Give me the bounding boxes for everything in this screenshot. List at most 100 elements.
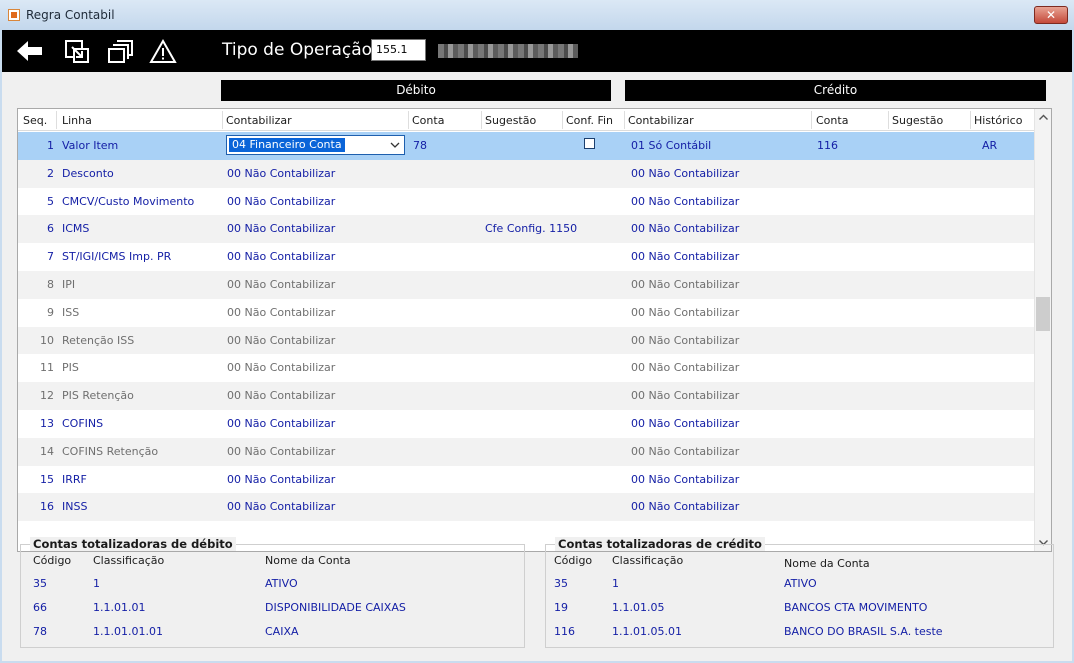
credit-col-classificacao: Classificação [612, 554, 684, 567]
credit-row-classificacao: 1 [612, 577, 619, 590]
chevron-down-icon[interactable] [389, 139, 401, 151]
row-contabilizar-debito: 00 Não Contabilizar [227, 389, 336, 403]
row-contabilizar-debito: 00 Não Contabilizar [227, 194, 336, 208]
credit-row-nome: BANCOS CTA MOVIMENTO [784, 601, 928, 614]
row-contabilizar-credito: 00 Não Contabilizar [631, 194, 740, 208]
list-item[interactable]: 66 1.1.01.01 DISPONIBILIDADE CAIXAS [21, 597, 524, 619]
warning-icon[interactable] [148, 38, 178, 64]
table-row[interactable]: 13 COFINS 00 Não Contabilizar 00 Não Con… [18, 410, 1034, 438]
grid-header: Seq. Linha Contabilizar Conta Sugestão C… [18, 109, 1034, 131]
client-area: Tipo de Operação 155.1 Débito Crédito Se… [2, 30, 1072, 661]
table-row[interactable]: 8 IPI 00 Não Contabilizar 00 Não Contabi… [18, 270, 1034, 299]
list-item[interactable]: 35 1 ATIVO [21, 573, 524, 595]
close-button[interactable]: ✕ [1034, 6, 1068, 24]
table-row[interactable]: 12 PIS Retenção 00 Não Contabilizar 00 N… [18, 382, 1034, 410]
credit-row-classificacao: 1.1.01.05.01 [612, 625, 682, 638]
row-contabilizar-debito: 00 Não Contabilizar [227, 500, 336, 514]
row-contabilizar-debito: 00 Não Contabilizar [227, 333, 336, 347]
scroll-up-icon[interactable] [1035, 109, 1052, 126]
debit-row-nome: DISPONIBILIDADE CAIXAS [265, 601, 406, 614]
list-item[interactable]: 116 1.1.01.05.01 BANCO DO BRASIL S.A. te… [546, 621, 1053, 643]
row-contabilizar-credito: 00 Não Contabilizar [631, 500, 740, 514]
table-row[interactable]: 11 PIS 00 Não Contabilizar 00 Não Contab… [18, 354, 1034, 382]
row-contabilizar-debito: 00 Não Contabilizar [227, 250, 336, 264]
scrollbar-thumb[interactable] [1036, 297, 1050, 331]
row-linha: IPI [62, 277, 76, 291]
row-conta-credito: 116 [817, 139, 838, 152]
row-linha: ST/IGI/ICMS Imp. PR [62, 250, 172, 264]
col-contabilizar-debito[interactable]: Contabilizar [226, 114, 292, 127]
row-seq: 14 [40, 444, 54, 458]
row-linha: Desconto [62, 166, 114, 180]
row-linha: INSS [62, 500, 88, 514]
operation-description [438, 44, 578, 58]
table-row[interactable]: 6 ICMS 00 Não Contabilizar Cfe Config. 1… [18, 215, 1034, 244]
debit-col-codigo: Código [33, 554, 72, 567]
col-seq[interactable]: Seq. [23, 114, 47, 127]
col-sugestao-credito[interactable]: Sugestão [892, 114, 943, 127]
row-contabilizar-debito: 00 Não Contabilizar [227, 166, 336, 180]
row-historico: AR [982, 139, 998, 152]
table-row[interactable]: 1 Valor Item 04 Financeiro Conta 78 01 S… [18, 132, 1034, 160]
credit-col-nome: Nome da Conta [784, 557, 870, 570]
row-seq: 2 [47, 166, 54, 180]
table-row[interactable]: 16 INSS 00 Não Contabilizar 00 Não Conta… [18, 493, 1034, 522]
row-conta-debito: 78 [413, 139, 427, 152]
row-linha: PIS Retenção [62, 389, 134, 403]
credit-row-classificacao: 1.1.01.05 [612, 601, 665, 614]
rules-grid: Seq. Linha Contabilizar Conta Sugestão C… [17, 108, 1052, 552]
list-item[interactable]: 35 1 ATIVO [546, 573, 1053, 595]
table-row[interactable]: 10 Retenção ISS 00 Não Contabilizar 00 N… [18, 326, 1034, 355]
row-contabilizar-credito: 00 Não Contabilizar [631, 472, 740, 486]
table-row[interactable]: 7 ST/IGI/ICMS Imp. PR 00 Não Contabiliza… [18, 243, 1034, 271]
col-conta-credito[interactable]: Conta [816, 114, 848, 127]
col-contabilizar-credito[interactable]: Contabilizar [628, 114, 694, 127]
row-sugestao-debito: Cfe Config. 1150 [485, 222, 578, 236]
export-icon[interactable] [62, 38, 92, 64]
grid-scrollbar[interactable] [1034, 109, 1051, 551]
debit-col-classificacao: Classificação [93, 554, 165, 567]
row-contabilizar-debito: 00 Não Contabilizar [227, 305, 336, 319]
row-contabilizar-credito: 00 Não Contabilizar [631, 416, 740, 430]
row-linha: CMCV/Custo Movimento [62, 194, 195, 208]
app-icon [8, 9, 20, 21]
conf-fin-checkbox[interactable] [584, 138, 595, 149]
list-item[interactable]: 78 1.1.01.01.01 CAIXA [21, 621, 524, 643]
window-titlebar: Regra Contabil ✕ [0, 0, 1074, 30]
table-row[interactable]: 14 COFINS Retenção 00 Não Contabilizar 0… [18, 437, 1034, 466]
col-conta-debito[interactable]: Conta [412, 114, 444, 127]
back-arrow-icon[interactable] [14, 38, 44, 64]
col-linha[interactable]: Linha [62, 114, 92, 127]
row-linha: PIS [62, 361, 79, 375]
credit-row-codigo: 19 [554, 601, 568, 614]
row-contabilizar-credito: 00 Não Contabilizar [631, 333, 740, 347]
table-row[interactable]: 9 ISS 00 Não Contabilizar 00 Não Contabi… [18, 299, 1034, 327]
row-linha: ISS [62, 305, 80, 319]
col-sugestao-debito[interactable]: Sugestão [485, 114, 536, 127]
table-row[interactable]: 2 Desconto 00 Não Contabilizar 00 Não Co… [18, 159, 1034, 188]
row-seq: 6 [47, 222, 54, 236]
table-row[interactable]: 15 IRRF 00 Não Contabilizar 00 Não Conta… [18, 466, 1034, 494]
debit-totals-group: Contas totalizadoras de débito Código Cl… [20, 537, 525, 648]
col-historico[interactable]: Histórico [974, 114, 1022, 127]
copy-icon[interactable] [106, 38, 136, 64]
row-linha: Retenção ISS [62, 333, 135, 347]
table-row[interactable]: 5 CMCV/Custo Movimento 00 Não Contabiliz… [18, 188, 1034, 216]
row-seq: 12 [40, 389, 54, 403]
row-contabilizar-credito: 00 Não Contabilizar [631, 277, 740, 291]
row-contabilizar-debito: 00 Não Contabilizar [227, 472, 336, 486]
debit-row-codigo: 35 [33, 577, 47, 590]
debit-row-classificacao: 1 [93, 577, 100, 590]
debit-section-header: Débito [221, 80, 611, 101]
row-linha: Valor Item [62, 139, 119, 152]
toolbar: Tipo de Operação 155.1 [2, 30, 1072, 72]
row-contabilizar-credito: 00 Não Contabilizar [631, 222, 740, 236]
row-seq: 10 [40, 333, 54, 347]
list-item[interactable]: 19 1.1.01.05 BANCOS CTA MOVIMENTO [546, 597, 1053, 619]
contabilizar-debito-dropdown[interactable]: 04 Financeiro Conta [226, 135, 405, 155]
col-conf-fin[interactable]: Conf. Fin [566, 114, 613, 127]
operation-code-input[interactable]: 155.1 [371, 39, 426, 61]
row-seq: 7 [47, 250, 54, 264]
row-seq: 9 [47, 305, 54, 319]
row-seq: 13 [40, 416, 54, 430]
